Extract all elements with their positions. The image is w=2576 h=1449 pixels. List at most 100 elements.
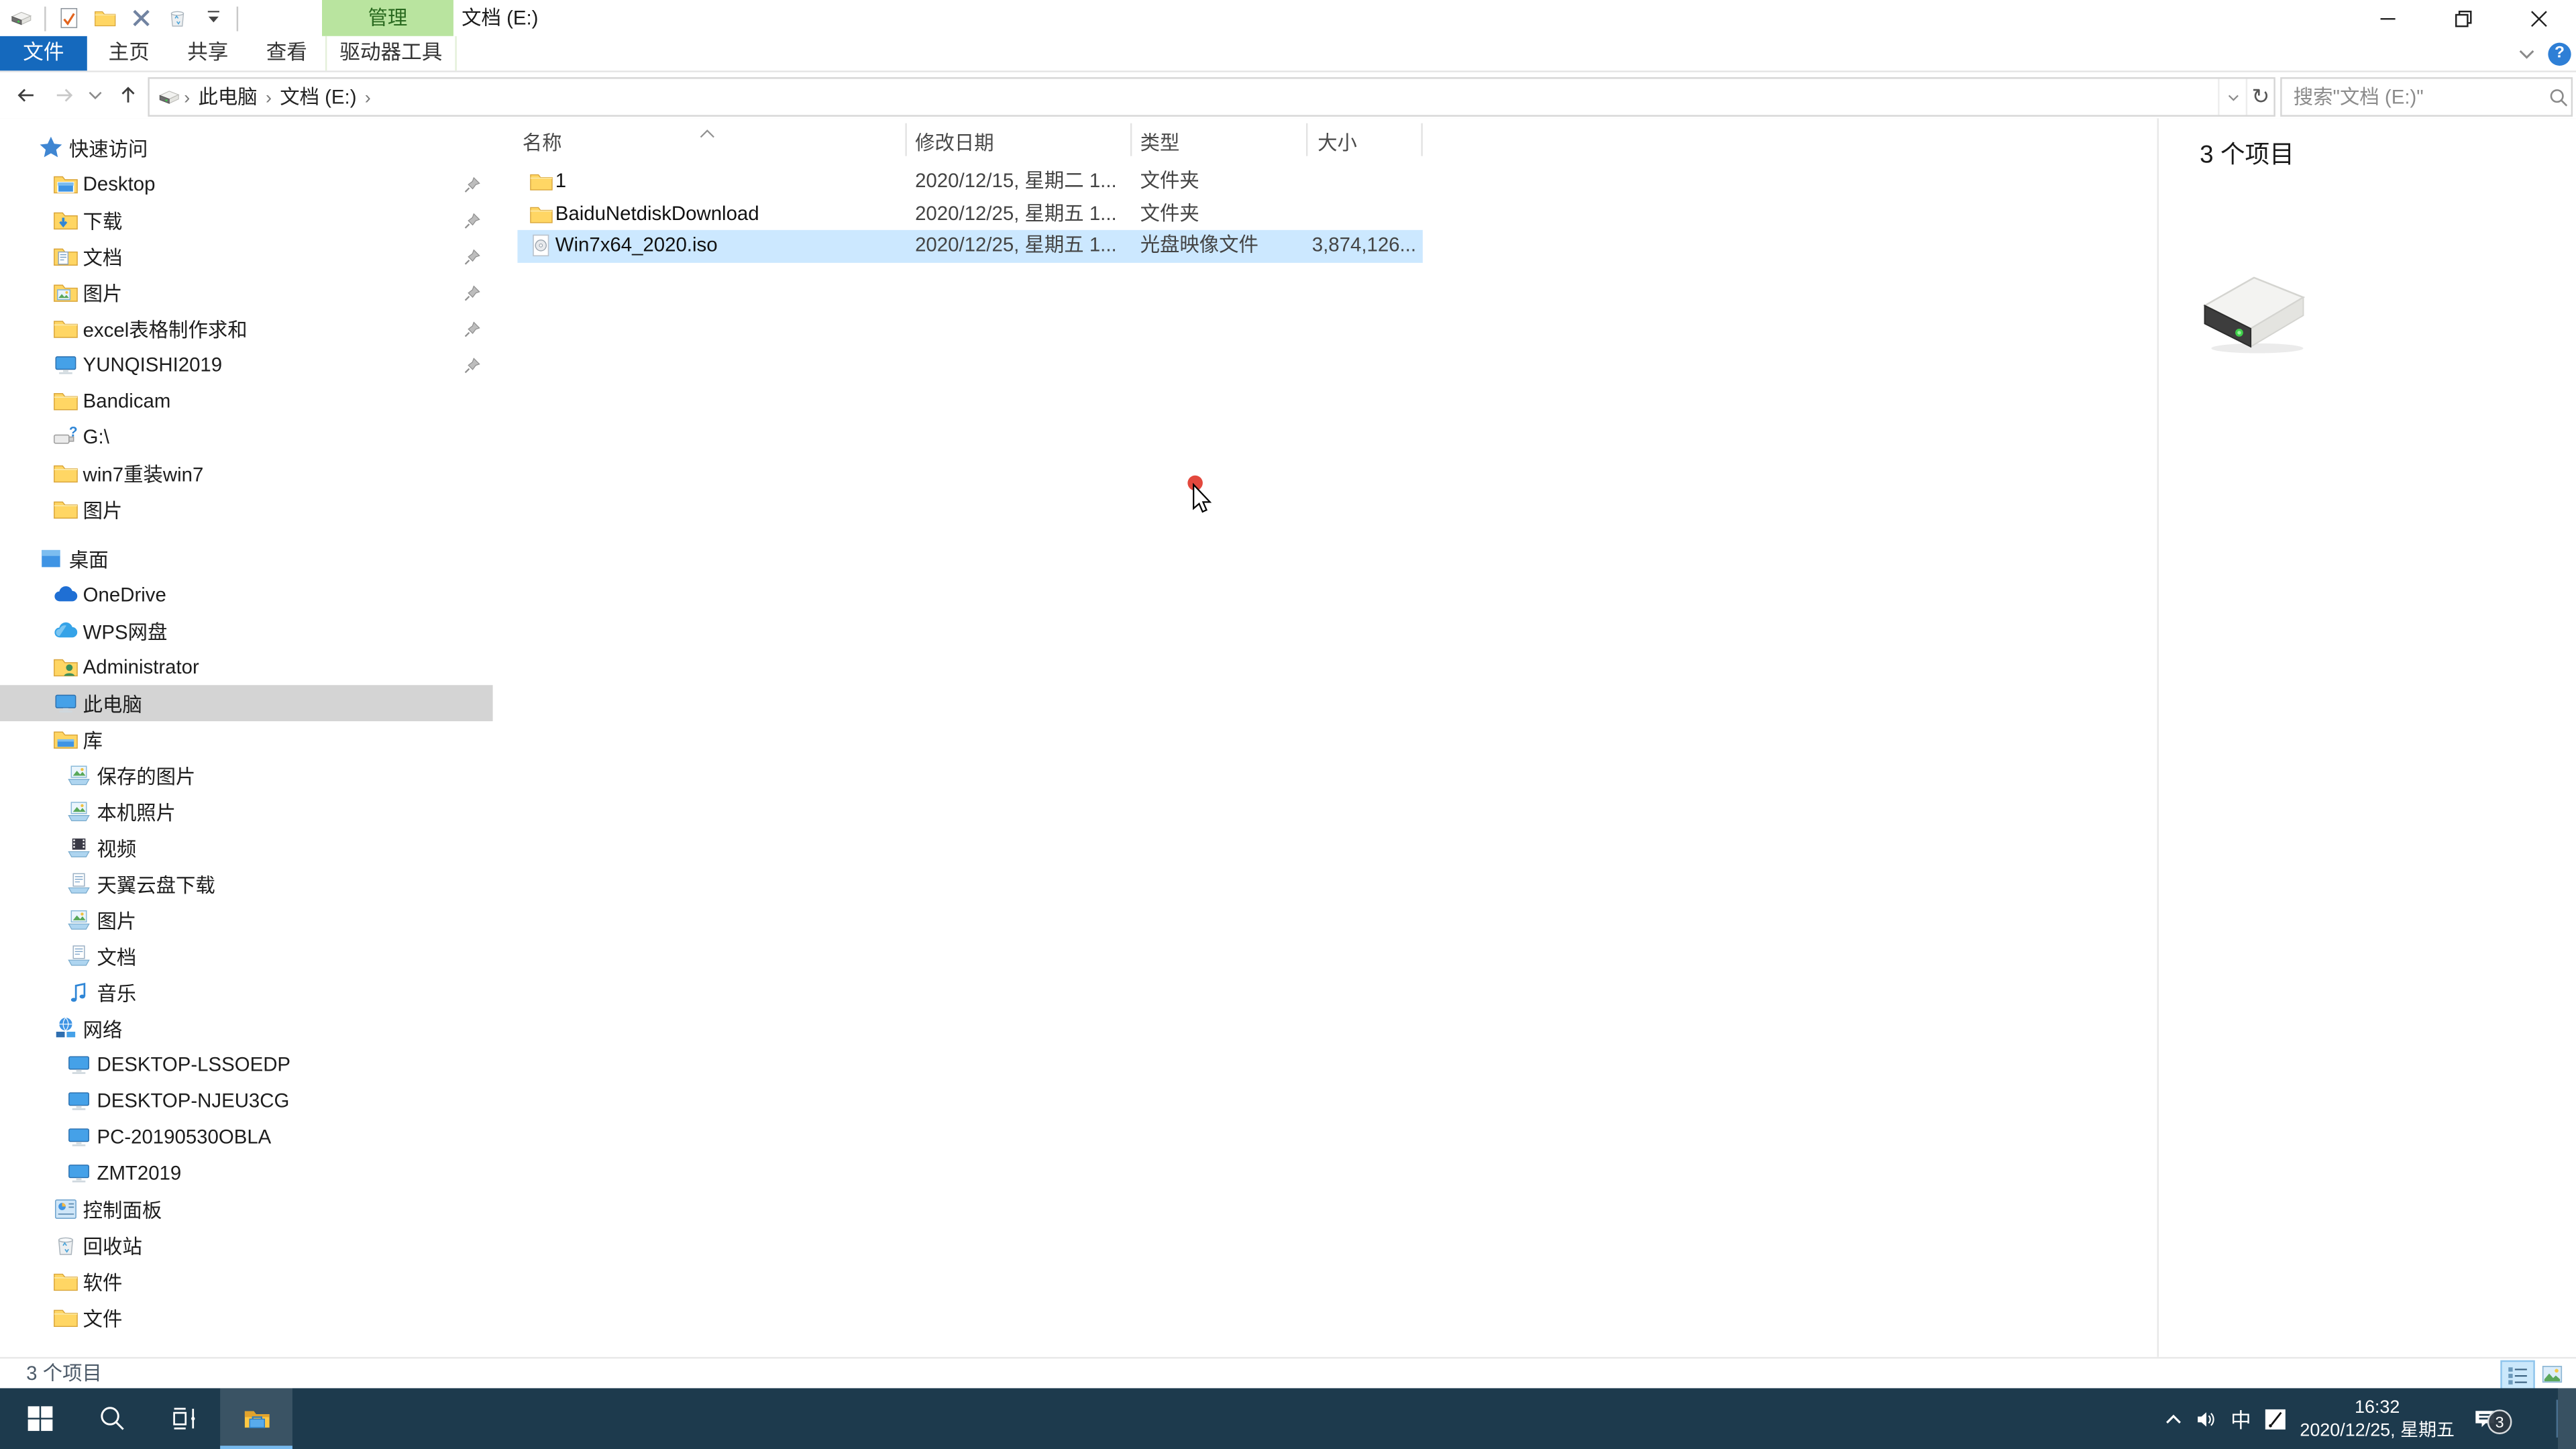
sidebar-item[interactable]: OneDrive [0, 577, 493, 613]
status-bar: 3 个项目 [0, 1356, 2576, 1390]
ink-workspace-icon[interactable] [2259, 1388, 2292, 1449]
sidebar-item[interactable]: excel表格制作求和 [0, 311, 493, 347]
library-documents-icon [66, 943, 92, 969]
explorer-content: 快速访问 Desktop 下载 文档 图片 excel表格制作求和 YUNQISHI2019… [0, 118, 2576, 1357]
show-desktop-button[interactable] [2558, 1388, 2576, 1449]
ime-indicator[interactable]: 中 [2222, 1403, 2259, 1434]
folder-download-icon [52, 207, 78, 233]
back-button[interactable] [10, 79, 43, 112]
qat-dropdown-button[interactable] [199, 3, 228, 33]
library-documents-icon [66, 871, 92, 897]
address-bar[interactable]: › 此电脑 › 文档 (E:) › ↻ [148, 77, 2275, 117]
file-row[interactable]: BaiduNetdiskDownload 2020/12/25, 星期五 1...… [517, 198, 1422, 230]
sidebar-item[interactable]: 控制面板 [0, 1191, 493, 1228]
recent-locations-icon[interactable] [84, 79, 107, 112]
sidebar-item[interactable]: 回收站 [0, 1227, 493, 1263]
close-button[interactable] [2500, 0, 2576, 36]
sidebar-item[interactable]: 网络 [0, 1010, 493, 1046]
hidden-icons-chevron-icon[interactable] [2157, 1388, 2190, 1449]
sidebar-item[interactable]: Bandicam [0, 383, 493, 419]
address-dropdown-icon[interactable] [2218, 78, 2246, 115]
sidebar-item-label: 本机照片 [97, 800, 176, 824]
sidebar-item[interactable]: Desktop [0, 166, 493, 202]
qat-folder-button[interactable] [91, 3, 120, 33]
volume-icon[interactable] [2190, 1388, 2222, 1449]
folder-icon [529, 201, 554, 226]
sidebar-item-label: Administrator [83, 655, 199, 679]
taskbar-search-button[interactable] [76, 1388, 148, 1449]
sidebar-item[interactable]: 图片 [0, 274, 493, 311]
minimize-button[interactable] [2349, 0, 2425, 36]
taskbar-clock[interactable]: 16:32 2020/12/25, 星期五 [2292, 1395, 2463, 1442]
qat-recycle-bin-button[interactable] [162, 3, 192, 33]
help-button[interactable]: ? [2548, 42, 2571, 65]
sidebar-item[interactable]: 保存的图片 [0, 757, 493, 794]
sidebar-item[interactable]: 图片 [0, 491, 493, 527]
search-icon [2548, 87, 2569, 108]
ribbon-collapse-icon[interactable] [2514, 43, 2540, 66]
sidebar-item-label: 下载 [83, 209, 123, 233]
qat-document-check-button[interactable] [54, 3, 84, 33]
breadcrumb-item[interactable]: 文档 (E:) [275, 85, 362, 108]
sidebar-item[interactable]: Administrator [0, 649, 493, 685]
sidebar-item[interactable]: YUNQISHI2019 [0, 347, 493, 383]
sidebar-item-label: 库 [83, 729, 103, 752]
sidebar-item[interactable]: 软件 [0, 1263, 493, 1299]
sidebar-item[interactable]: 库 [0, 721, 493, 757]
sidebar-item[interactable]: 文档 [0, 938, 493, 974]
file-row[interactable]: Win7x64_2020.iso 2020/12/25, 星期五 1... 光盘映像… [517, 229, 1423, 262]
sidebar-item[interactable]: win7重装win7 [0, 455, 493, 491]
sidebar-item[interactable]: ZMT2019 [0, 1155, 493, 1191]
column-header-name[interactable]: 名称 [523, 128, 562, 156]
file-row[interactable]: 1 2020/12/15, 星期二 1... 文件夹 [517, 166, 1422, 198]
action-center-icon[interactable]: 3 [2463, 1388, 2512, 1449]
file-list: 名称 修改日期 类型 大小 1 2020/12/15, 星期二 1... 文件夹 Ba… [517, 118, 2157, 1357]
sidebar-item-label: excel表格制作求和 [83, 317, 248, 341]
navigation-pane: 快速访问 Desktop 下载 文档 图片 excel表格制作求和 YUNQISHI2019… [0, 118, 493, 1357]
forward-button[interactable] [48, 79, 80, 112]
column-header-type[interactable]: 类型 [1140, 128, 1180, 156]
sidebar-item[interactable]: 音乐 [0, 974, 493, 1010]
sidebar-item[interactable]: 此电脑 [0, 685, 493, 722]
refresh-icon[interactable]: ↻ [2245, 78, 2274, 115]
taskbar-file-explorer-button[interactable] [220, 1388, 292, 1449]
up-button[interactable] [112, 79, 145, 112]
search-box[interactable] [2280, 77, 2573, 117]
breadcrumb-item[interactable]: 此电脑 [193, 85, 262, 108]
qat-delete-x-button[interactable] [127, 3, 156, 33]
sidebar-item-label: ZMT2019 [97, 1161, 182, 1185]
sidebar-item[interactable]: DESKTOP-NJEU3CG [0, 1083, 493, 1119]
sidebar-item[interactable]: 本机照片 [0, 794, 493, 830]
sidebar-item[interactable]: ? G:\ [0, 419, 493, 455]
ribbon-tab-4[interactable]: 驱动器工具 [325, 36, 457, 71]
ribbon-tab-1[interactable]: 主页 [91, 36, 168, 70]
sidebar-item-label: 图片 [83, 498, 123, 522]
sidebar-item[interactable]: 快速访问 [0, 129, 493, 166]
sidebar-item[interactable]: PC-20190530OBLA [0, 1119, 493, 1155]
window-title: 文档 (E:) [462, 6, 539, 30]
view-thumbnails-button[interactable] [2536, 1360, 2568, 1387]
column-header-date[interactable]: 修改日期 [915, 128, 994, 156]
ribbon-tab-2[interactable]: 共享 [169, 36, 246, 70]
sidebar-item[interactable]: 图片 [0, 902, 493, 938]
sidebar-item[interactable]: WPS网盘 [0, 612, 493, 649]
sidebar-item[interactable]: DESKTOP-LSSOEDP [0, 1046, 493, 1083]
restore-button[interactable] [2425, 0, 2501, 36]
sidebar-item[interactable]: 下载 [0, 202, 493, 238]
clock-time: 16:32 [2354, 1397, 2400, 1417]
search-input[interactable] [2282, 85, 2548, 109]
sidebar-item[interactable]: 桌面 [0, 541, 493, 577]
sidebar-item[interactable]: 视频 [0, 830, 493, 866]
folder-desktop-icon [52, 171, 78, 197]
sidebar-item[interactable]: 文档 [0, 238, 493, 274]
ribbon-tab-3[interactable]: 查看 [248, 36, 325, 70]
column-header-size[interactable]: 大小 [1318, 128, 1357, 156]
ribbon-tab-0[interactable]: 文件 [0, 36, 87, 71]
view-details-button[interactable] [2500, 1360, 2535, 1390]
start-button[interactable] [3, 1388, 76, 1449]
qat-drive-button[interactable] [7, 3, 36, 33]
breadcrumb-chevron-icon: › [265, 89, 272, 109]
task-view-button[interactable] [148, 1388, 220, 1449]
sidebar-item[interactable]: 天翼云盘下载 [0, 866, 493, 902]
sidebar-item[interactable]: 文件 [0, 1299, 493, 1336]
